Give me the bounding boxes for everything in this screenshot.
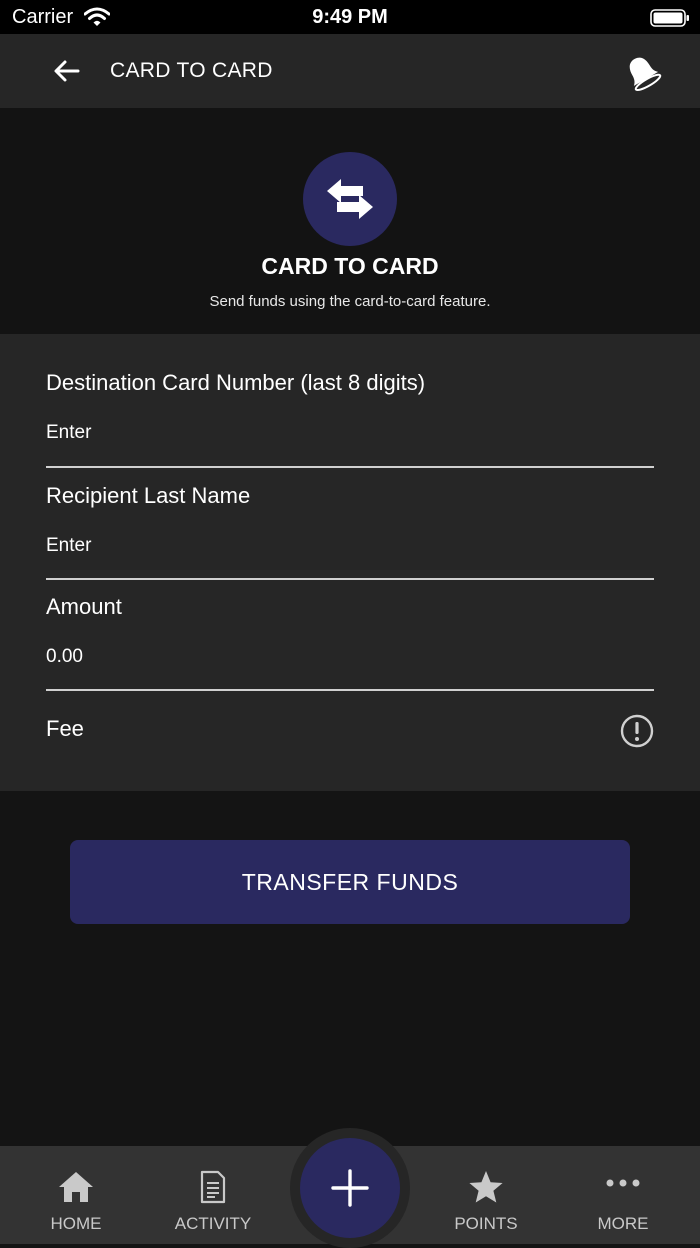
divider [46,578,654,580]
tab-points-label: POINTS [454,1214,518,1233]
transfer-form: Destination Card Number (last 8 digits) … [0,334,700,791]
status-bar: Carrier 9:49 PM [0,0,700,34]
page-title: CARD TO CARD [110,59,273,82]
arrow-left-icon[interactable] [50,56,84,86]
recipient-last-name-label: Recipient Last Name [46,483,251,508]
add-action-button[interactable] [300,1138,400,1238]
hero-title: CARD TO CARD [261,253,439,279]
divider [46,689,654,691]
tab-points[interactable]: POINTS [436,1146,536,1244]
tab-home[interactable]: HOME [26,1146,126,1244]
nav-bar: CARD TO CARD [0,34,700,108]
tab-more-label: MORE [597,1214,649,1233]
fee-label: Fee [46,716,84,741]
clock: 9:49 PM [312,6,388,28]
bell-icon[interactable] [622,52,662,92]
destination-card-input[interactable] [46,418,654,448]
recipient-last-name-input[interactable] [46,531,654,561]
tab-more[interactable]: MORE [573,1146,673,1244]
home-icon [59,1172,93,1202]
tab-activity[interactable]: ACTIVITY [163,1146,263,1244]
divider [46,466,654,468]
more-dots-icon [606,1179,640,1187]
hero-subtitle: Send funds using the card-to-card featur… [209,293,491,310]
document-icon [200,1170,226,1204]
plus-icon [331,1169,369,1207]
tab-activity-label: ACTIVITY [174,1214,252,1233]
star-icon [469,1171,503,1203]
amount-label: Amount [46,594,122,619]
hero-section: CARD TO CARD Send funds using the card-t… [0,108,700,334]
tab-home-label: HOME [50,1214,102,1233]
amount-input[interactable] [46,642,654,672]
hero-icon-circle [303,152,397,246]
destination-card-label: Destination Card Number (last 8 digits) [46,370,426,395]
transfer-funds-button[interactable]: TRANSFER FUNDS [70,840,630,924]
info-icon[interactable] [620,714,654,748]
swap-arrows-icon [327,179,373,219]
battery-icon [650,9,689,27]
